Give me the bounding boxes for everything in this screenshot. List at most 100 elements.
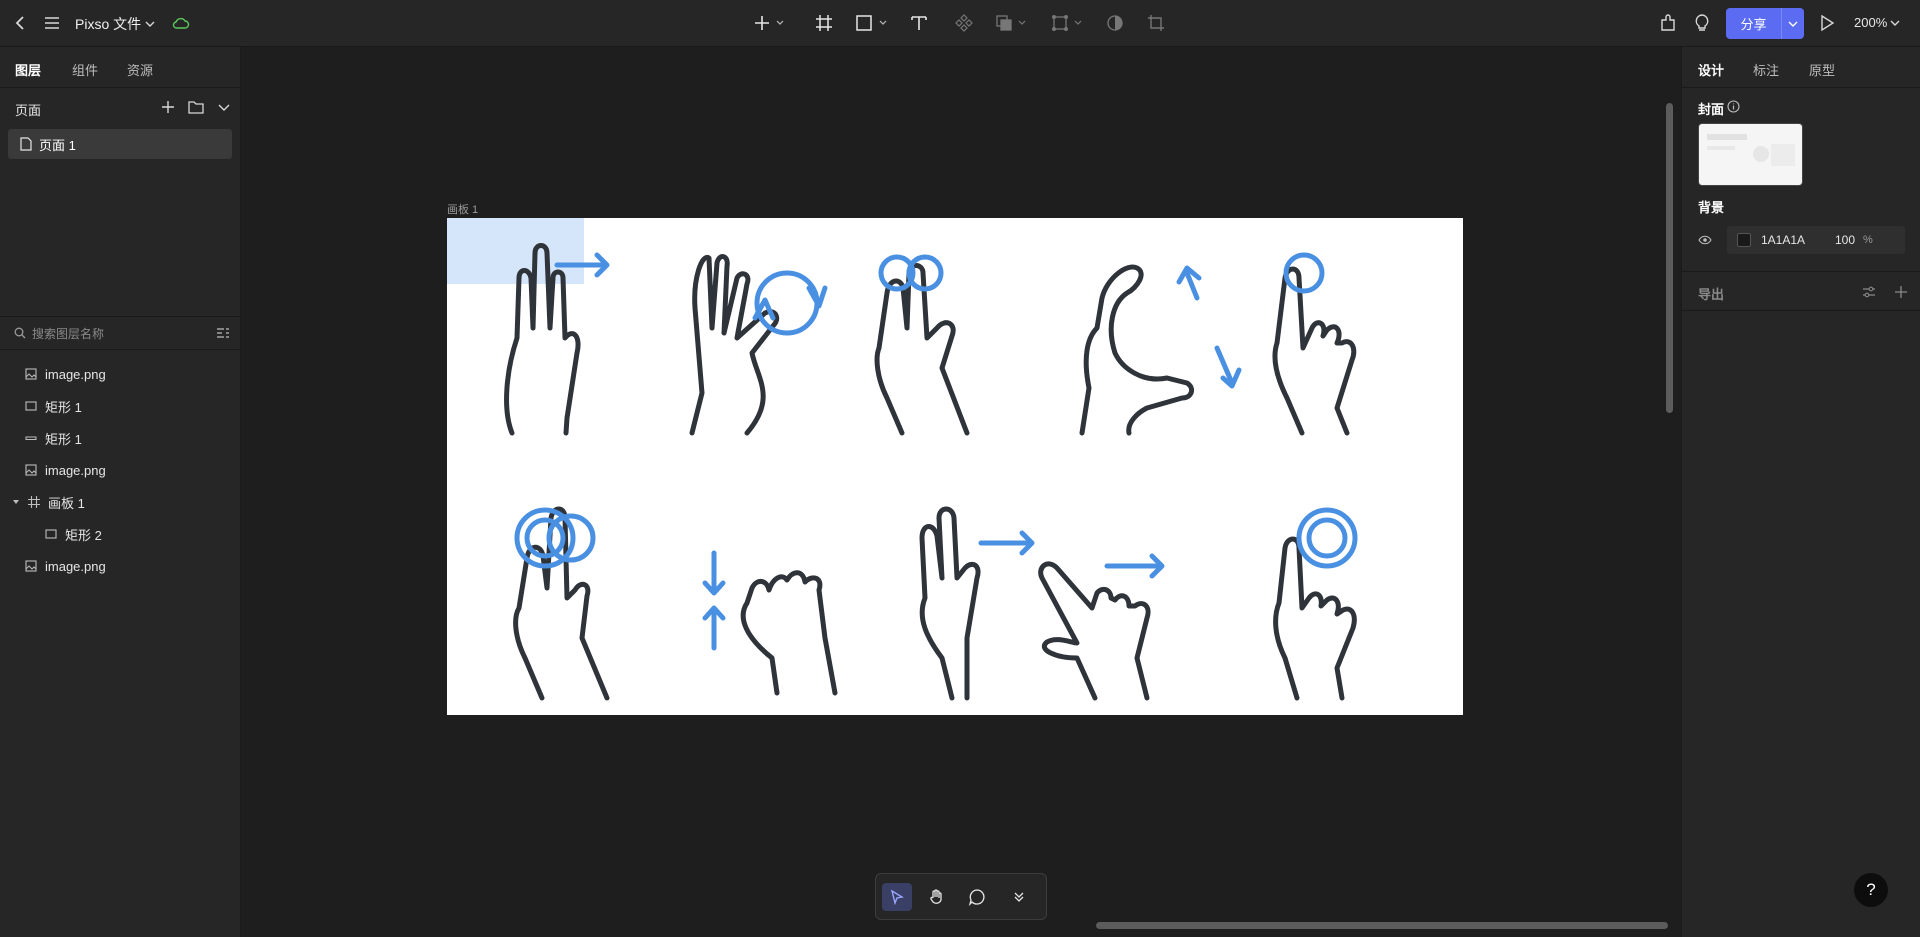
- background-label: 背景: [1698, 200, 1725, 215]
- move-tool-button[interactable]: [882, 883, 912, 911]
- layer-label: 矩形 2: [65, 527, 102, 543]
- add-export-icon[interactable]: [1894, 285, 1908, 299]
- swipe-right-arrow: [1104, 553, 1165, 579]
- component-tool-icon[interactable]: [953, 12, 975, 34]
- frame-tool-icon[interactable]: [813, 12, 835, 34]
- layer-item[interactable]: image.png: [25, 454, 106, 486]
- text-tool-icon[interactable]: [908, 12, 930, 34]
- pinch-rotate-gesture: [1079, 264, 1195, 436]
- vertical-scrollbar[interactable]: [1666, 103, 1673, 413]
- double-tap-ring: [524, 517, 566, 559]
- swipe-arrow: [554, 252, 610, 278]
- file-title-text: Pixso 文件: [75, 16, 142, 32]
- layer-label: image.png: [45, 366, 106, 382]
- more-tools-button[interactable]: [1004, 883, 1034, 911]
- chevron-down-icon: [1890, 20, 1900, 26]
- share-button-label[interactable]: 分享: [1726, 8, 1782, 39]
- color-swatch[interactable]: [1737, 233, 1751, 247]
- image-icon: [25, 368, 37, 380]
- swipe-right-gesture: [1038, 561, 1151, 701]
- gesture-icons-image[interactable]: [447, 218, 1463, 715]
- filter-icon[interactable]: [216, 327, 230, 339]
- tab-prototype[interactable]: 原型: [1809, 60, 1835, 79]
- two-finger-swipe-gesture: [504, 243, 581, 436]
- zoom-level: 200%: [1854, 15, 1888, 30]
- layer-item-frame[interactable]: 画板 1: [12, 486, 85, 518]
- eye-icon[interactable]: [1698, 235, 1712, 245]
- pages-title: 页面: [15, 103, 42, 118]
- export-section: 导出: [1682, 271, 1920, 311]
- contrast-icon[interactable]: [1104, 12, 1126, 34]
- bottom-toolbar: [875, 873, 1047, 920]
- share-dropdown-icon[interactable]: [1782, 8, 1804, 39]
- export-settings-icon[interactable]: [1862, 285, 1876, 299]
- search-input[interactable]: [32, 325, 202, 343]
- drag-arrow: [978, 530, 1035, 556]
- line-icon: [25, 436, 37, 440]
- file-title[interactable]: Pixso 文件: [75, 14, 155, 34]
- rotate-arrow: [1176, 265, 1242, 389]
- chevron-down-icon: [145, 21, 155, 27]
- layer-item[interactable]: image.png: [25, 358, 106, 390]
- horizontal-scrollbar[interactable]: [1096, 922, 1668, 929]
- export-label: 导出: [1698, 287, 1725, 302]
- artboard[interactable]: [447, 218, 1463, 715]
- mask-tool-button[interactable]: [1050, 12, 1086, 34]
- caret-down-icon[interactable]: [12, 498, 20, 506]
- cover-thumbnail[interactable]: [1698, 123, 1803, 186]
- tab-assets[interactable]: 资源: [127, 60, 153, 79]
- add-page-icon[interactable]: [160, 99, 176, 115]
- layer-item[interactable]: 矩形 1: [25, 390, 82, 422]
- page-item-label: 页面 1: [39, 137, 76, 153]
- opacity-unit: %: [1863, 234, 1873, 246]
- back-icon[interactable]: [10, 12, 32, 34]
- tab-components[interactable]: 组件: [72, 60, 98, 79]
- pages-header: 页面: [0, 88, 241, 128]
- collapse-pages-icon[interactable]: [216, 99, 232, 115]
- tab-inspect[interactable]: 标注: [1753, 60, 1779, 79]
- layer-item[interactable]: image.png: [25, 550, 106, 582]
- image-icon: [25, 464, 37, 476]
- comment-tool-button[interactable]: [962, 883, 992, 911]
- search-icon: [14, 327, 26, 339]
- page-item-1[interactable]: 页面 1: [8, 129, 232, 159]
- insert-tool-button[interactable]: [752, 12, 786, 34]
- plugin-icon[interactable]: [1657, 12, 1679, 34]
- layer-label: 画板 1: [48, 495, 85, 511]
- share-button[interactable]: 分享: [1726, 8, 1804, 39]
- folder-icon[interactable]: [188, 99, 204, 115]
- background-hex[interactable]: 1A1A1A: [1761, 233, 1825, 247]
- canvas[interactable]: 画板 1: [241, 47, 1681, 937]
- layer-label: image.png: [45, 462, 106, 478]
- tab-design[interactable]: 设计: [1698, 60, 1724, 79]
- background-row: 1A1A1A 100 %: [1698, 226, 1905, 254]
- layer-item[interactable]: 矩形 1: [25, 422, 82, 454]
- layer-search: [0, 316, 241, 350]
- layer-item[interactable]: 矩形 2: [45, 518, 102, 550]
- play-icon[interactable]: [1816, 12, 1838, 34]
- info-icon[interactable]: [1727, 100, 1740, 113]
- boolean-tool-button[interactable]: [994, 12, 1030, 34]
- artboard-label[interactable]: 画板 1: [447, 201, 478, 217]
- background-color-field[interactable]: 1A1A1A 100 %: [1727, 226, 1905, 254]
- menu-icon[interactable]: [41, 12, 63, 34]
- crop-icon[interactable]: [1145, 12, 1167, 34]
- frame-icon: [28, 496, 40, 508]
- cover-label: 封面: [1698, 102, 1725, 117]
- tab-layers[interactable]: 图层: [15, 60, 41, 79]
- zoom-control[interactable]: 200%: [1854, 15, 1900, 30]
- one-finger-double-tap-ring: [1306, 517, 1348, 559]
- tap-ring: [1283, 252, 1325, 294]
- pinch-in-gesture: [740, 570, 838, 696]
- shape-tool-button[interactable]: [854, 12, 890, 34]
- hand-tool-button[interactable]: [922, 883, 952, 911]
- lightbulb-icon[interactable]: [1691, 12, 1713, 34]
- background-opacity[interactable]: 100: [1825, 233, 1855, 247]
- rectangle-icon: [25, 401, 37, 411]
- top-toolbar: Pixso 文件 分享 200%: [0, 0, 1920, 47]
- two-finger-drag-gesture: [919, 506, 981, 701]
- double-chevron-down-icon: [1014, 892, 1024, 902]
- layer-label: 矩形 1: [45, 399, 82, 415]
- help-button[interactable]: ?: [1854, 873, 1888, 907]
- cloud-sync-icon: [170, 13, 192, 33]
